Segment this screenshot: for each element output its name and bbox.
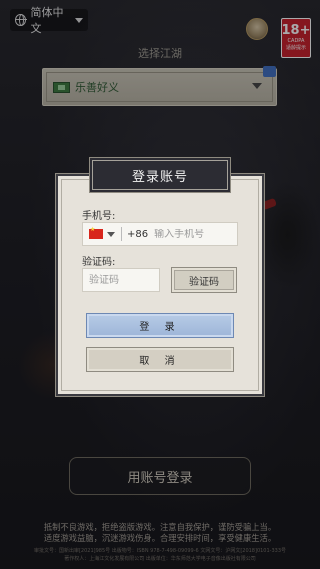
dialog-title: 登录账号 [92,160,228,190]
account-login-button[interactable]: 用账号登录 [69,457,251,495]
code-label: 验证码: [82,257,116,268]
health-notice: 抵制不良游戏，拒绝盗版游戏。注意自我保护，谨防受骗上当。 适度游戏益脑，沉迷游戏… [0,522,320,544]
chevron-down-icon[interactable] [107,231,115,237]
health-notice-line-1: 抵制不良游戏，拒绝盗版游戏。注意自我保护，谨防受骗上当。 [43,522,277,532]
login-button[interactable]: 登 录 [86,313,234,338]
phone-input[interactable] [154,228,235,240]
legal-line-1: 审批文号：国新出审[2021]985号 出版物号：ISBN 978-7-498-… [33,548,287,554]
legal-info: 审批文号：国新出审[2021]985号 出版物号：ISBN 978-7-498-… [0,547,320,563]
legal-line-2: 著作权人：上海江文化发展有限公司 出版单位：华东师范大学电子音像出版社有限公司 [64,556,256,562]
phone-field: +86 [82,222,238,246]
china-flag-icon[interactable] [89,226,103,239]
verification-code-input[interactable] [82,268,160,292]
health-notice-line-2: 适度游戏益脑，沉迷游戏伤身。合理安排时间，享受健康生活。 [43,533,277,543]
phone-label: 手机号: [82,211,116,222]
dialog-title-text: 登录账号 [131,169,188,185]
get-code-button[interactable]: 验证码 [171,267,237,293]
divider [121,227,122,241]
country-code: +86 [127,228,149,240]
cancel-button[interactable]: 取 消 [86,347,234,372]
